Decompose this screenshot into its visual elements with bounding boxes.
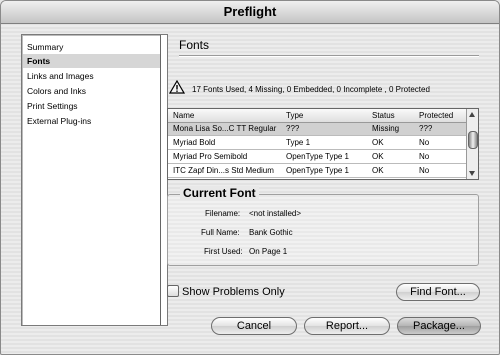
warning-triangle-icon: [169, 80, 185, 94]
column-header-status[interactable]: Status: [372, 109, 417, 122]
sidebar-item-colors-and-inks[interactable]: Colors and Inks: [27, 84, 86, 98]
filename-label: Filename:: [205, 209, 241, 218]
find-font-button[interactable]: Find Font...: [396, 283, 480, 301]
fonts-table[interactable]: Name Type Status Protected Mona Lisa So.…: [167, 108, 479, 180]
sidebar-item-fonts[interactable]: Fonts: [23, 54, 162, 68]
sidebar-scrollbar[interactable]: [160, 35, 167, 325]
panel-heading: Fonts: [179, 38, 210, 52]
scroll-up-arrow-icon[interactable]: [469, 112, 475, 117]
table-row[interactable]: ITC Zapf Din...s Std Medium OpenType Typ…: [168, 165, 466, 178]
font-protected-cell: ???: [419, 124, 433, 133]
font-status-cell: OK: [372, 166, 384, 175]
package-button[interactable]: Package...: [397, 317, 481, 335]
scroll-thumb[interactable]: [468, 131, 478, 149]
column-header-protected[interactable]: Protected: [419, 109, 464, 122]
preflight-window: Preflight Summary Fonts Links and Images…: [0, 0, 500, 355]
scroll-down-arrow-icon[interactable]: [469, 171, 475, 176]
window-title: Preflight: [1, 1, 499, 24]
show-problems-checkbox[interactable]: [167, 285, 179, 297]
report-button[interactable]: Report...: [304, 317, 390, 335]
current-font-title: Current Font: [180, 186, 259, 200]
full-name-value: Bank Gothic: [249, 228, 293, 237]
first-used-label: First Used:: [204, 247, 243, 256]
font-type-cell: OpenType Type 1: [286, 166, 350, 175]
sidebar-item-external-plug-ins[interactable]: External Plug-ins: [27, 114, 91, 128]
font-protected-cell: No: [419, 152, 430, 161]
font-status-cell: OK: [372, 138, 384, 147]
font-name-cell: ITC Zapf Din...s Std Medium: [173, 166, 274, 175]
table-row[interactable]: Myriad Pro Semibold OpenType Type 1 OK N…: [168, 151, 466, 164]
full-name-label: Full Name:: [201, 228, 240, 237]
column-header-name[interactable]: Name: [173, 109, 281, 122]
font-name-cell: Mona Lisa So...C TT Regular: [173, 124, 277, 133]
font-type-cell: OpenType Type 1: [286, 152, 350, 161]
font-name-cell: Myriad Bold: [173, 138, 216, 147]
fonts-summary: 17 Fonts Used, 4 Missing, 0 Embedded, 0 …: [192, 85, 430, 94]
sidebar-item-print-settings[interactable]: Print Settings: [27, 99, 78, 113]
font-name-cell: Myriad Pro Semibold: [173, 152, 248, 161]
font-type-cell: ???: [286, 124, 300, 133]
table-header: Name Type Status Protected: [168, 109, 466, 123]
table-row[interactable]: Myriad Bold Type 1 OK No: [168, 137, 466, 150]
font-protected-cell: No: [419, 138, 430, 147]
font-protected-cell: No: [419, 166, 430, 175]
font-type-cell: Type 1: [286, 138, 311, 147]
sidebar-item-links-and-images[interactable]: Links and Images: [27, 69, 94, 83]
heading-divider: [179, 55, 479, 57]
cancel-button[interactable]: Cancel: [211, 317, 297, 335]
table-row[interactable]: Mona Lisa So...C TT Regular ??? Missing …: [168, 123, 466, 136]
font-status-cell: OK: [372, 152, 384, 161]
show-problems-label[interactable]: Show Problems Only: [182, 286, 285, 298]
category-list[interactable]: Summary Fonts Links and Images Colors an…: [21, 34, 168, 326]
filename-value: <not installed>: [249, 209, 302, 218]
first-used-value: On Page 1: [249, 247, 288, 256]
column-header-type[interactable]: Type: [286, 109, 366, 122]
table-scrollbar[interactable]: [466, 109, 478, 179]
font-status-cell: Missing: [372, 124, 400, 133]
sidebar-item-summary[interactable]: Summary: [27, 40, 63, 54]
